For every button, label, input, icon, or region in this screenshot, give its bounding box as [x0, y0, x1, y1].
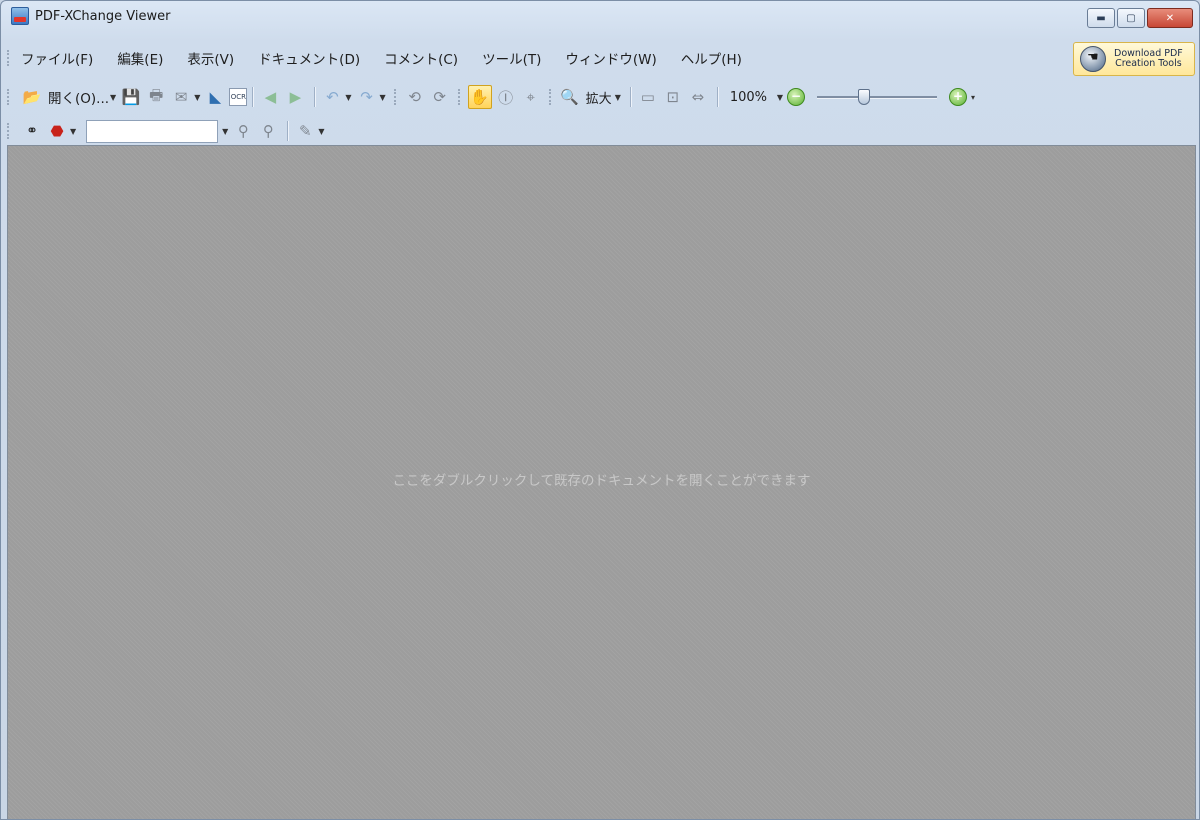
search-history-dropdown-arrow[interactable]: ▼ — [222, 127, 228, 136]
menu-file[interactable]: ファイル(F) — [21, 46, 93, 70]
document-area[interactable]: ここをダブルクリックして既存のドキュメントを開くことができます — [7, 145, 1196, 819]
window-title: PDF-XChange Viewer — [35, 8, 171, 24]
menu-tools[interactable]: ツール(T) — [482, 46, 541, 70]
actual-size-icon[interactable]: ▭ — [637, 86, 659, 108]
undo-dropdown-arrow[interactable]: ▼ — [345, 93, 351, 102]
fit-page-icon[interactable]: ⊡ — [662, 86, 684, 108]
separator — [287, 121, 290, 141]
separator — [314, 87, 317, 107]
zoom-out-icon[interactable]: − — [787, 88, 805, 106]
download-globe-icon — [1080, 46, 1106, 72]
menu-comment[interactable]: コメント(C) — [384, 46, 458, 70]
download-label: Download PDF Creation Tools — [1114, 49, 1183, 69]
save-icon[interactable]: 💾 — [120, 86, 142, 108]
toolbar-grip[interactable] — [7, 123, 13, 139]
undo-icon[interactable]: ↶ — [321, 86, 343, 108]
search-engine-dropdown-arrow[interactable]: ▼ — [70, 127, 76, 136]
zoom-level-value[interactable]: 100% — [730, 90, 778, 105]
toolbar-grip[interactable] — [393, 89, 400, 105]
find-next-icon[interactable]: ⚲ — [257, 120, 279, 142]
menu-help[interactable]: ヘルプ(H) — [681, 46, 742, 70]
app-icon — [11, 7, 29, 25]
find-prev-icon[interactable]: ⚲ — [232, 120, 254, 142]
main-toolbar: 📂 開く(O)... ▼ 💾 🖶 ✉ ▼ ◣ OCR ◀ ▶ ↶ ▼ ↷ ▼ ⟲… — [1, 83, 1199, 111]
menu-document[interactable]: ドキュメント(D) — [258, 46, 360, 70]
back-icon[interactable]: ◀ — [259, 86, 281, 108]
minimize-button[interactable]: ▬ — [1087, 8, 1115, 28]
acrobat-search-icon[interactable]: ⬣ — [46, 120, 68, 142]
search-toolbar: ⚭ ⬣ ▼ ▼ ⚲ ⚲ ✎ ▼ — [1, 117, 1199, 145]
application-window: PDF-XChange Viewer ▬ ▢ ✕ ファイル(F) 編集(E) 表… — [0, 0, 1200, 820]
window-controls: ▬ ▢ ✕ — [1087, 8, 1193, 28]
download-label-line2: Creation Tools — [1115, 58, 1182, 69]
toolbar-grip[interactable] — [548, 89, 555, 105]
menubar-grip[interactable] — [7, 50, 13, 66]
zoom-tool-dropdown-arrow[interactable]: ▼ — [615, 93, 621, 102]
menu-bar: ファイル(F) 編集(E) 表示(V) ドキュメント(D) コメント(C) ツー… — [1, 42, 1199, 76]
fit-width-icon[interactable]: ⇔ — [687, 86, 709, 108]
binoculars-icon[interactable]: ⚭ — [21, 120, 43, 142]
rotate-left-icon[interactable]: ⟲ — [404, 86, 426, 108]
download-creation-tools-button[interactable]: Download PDF Creation Tools — [1073, 42, 1195, 76]
open-dropdown-arrow[interactable]: ▼ — [110, 93, 116, 102]
separator — [629, 87, 632, 107]
highlight-icon[interactable]: ✎ — [294, 120, 316, 142]
zoom-level-dropdown-arrow[interactable]: ▼ — [777, 93, 783, 102]
hand-tool-icon[interactable]: ✋ — [467, 85, 492, 109]
title-bar[interactable]: PDF-XChange Viewer ▬ ▢ ✕ — [1, 1, 1199, 31]
zoom-in-icon[interactable]: + — [949, 88, 967, 106]
separator — [716, 87, 719, 107]
select-text-icon[interactable]: Ⓘ — [495, 86, 517, 108]
print-icon[interactable]: 🖶 — [145, 86, 167, 108]
forward-icon[interactable]: ▶ — [284, 86, 306, 108]
snapshot-icon[interactable]: ⌖ — [520, 86, 542, 108]
zoom-slider-thumb[interactable] — [858, 89, 870, 105]
rotate-right-icon[interactable]: ⟳ — [429, 86, 451, 108]
scan-icon[interactable]: ◣ — [204, 86, 226, 108]
redo-icon[interactable]: ↷ — [356, 86, 378, 108]
toolbar-grip[interactable] — [457, 89, 464, 105]
toolbar-overflow-arrow[interactable]: ▾ — [971, 93, 975, 102]
open-button-label[interactable]: 開く(O)... — [48, 87, 109, 107]
search-input[interactable] — [86, 119, 219, 143]
menu-view[interactable]: 表示(V) — [187, 46, 234, 70]
close-button[interactable]: ✕ — [1147, 8, 1193, 28]
toolbar-grip[interactable] — [7, 89, 13, 105]
empty-document-hint: ここをダブルクリックして既存のドキュメントを開くことができます — [392, 473, 811, 489]
highlight-dropdown-arrow[interactable]: ▼ — [318, 127, 324, 136]
zoom-slider[interactable] — [817, 89, 937, 105]
email-dropdown-arrow[interactable]: ▼ — [194, 93, 200, 102]
maximize-button[interactable]: ▢ — [1117, 8, 1145, 28]
redo-dropdown-arrow[interactable]: ▼ — [380, 93, 386, 102]
email-icon[interactable]: ✉ — [170, 86, 192, 108]
folder-open-icon[interactable]: 📂 — [21, 86, 43, 108]
ocr-icon[interactable]: OCR — [229, 88, 248, 106]
zoom-icon[interactable]: 🔍 — [559, 86, 581, 108]
menu-window[interactable]: ウィンドウ(W) — [565, 46, 656, 70]
menu-edit[interactable]: 編集(E) — [117, 46, 163, 70]
zoom-tool-label[interactable]: 拡大 — [586, 88, 612, 107]
separator — [252, 87, 255, 107]
